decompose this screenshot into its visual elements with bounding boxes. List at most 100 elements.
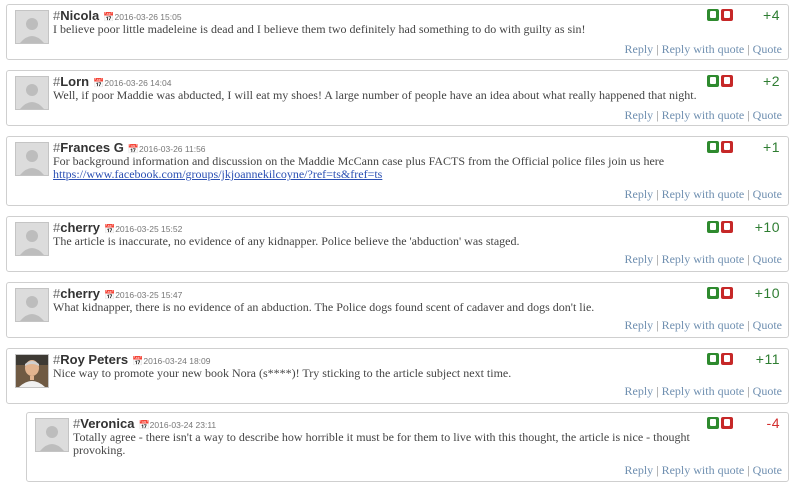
quote-link[interactable]: Quote xyxy=(753,384,782,398)
comment-author: cherry xyxy=(60,220,100,235)
action-separator: | xyxy=(747,187,750,201)
vote-icons xyxy=(705,75,733,93)
comment-text-body: For background information and discussio… xyxy=(53,154,665,168)
vote-down-icon[interactable] xyxy=(721,417,733,429)
comment-actions: Reply | Reply with quote | Quote xyxy=(625,108,782,123)
reply-comment-card: #Veronica 📅2016-03-24 23:11 Totally agree… xyxy=(26,412,789,482)
comment-author: Lorn xyxy=(60,74,90,89)
calendar-icon: 📅 xyxy=(132,356,144,366)
comment-date: 2016-03-26 14:04 xyxy=(104,78,172,88)
quote-link[interactable]: Quote xyxy=(753,42,782,56)
vote-down-icon[interactable] xyxy=(721,353,733,365)
reply-link[interactable]: Reply xyxy=(625,187,654,201)
vote-up-icon[interactable] xyxy=(707,221,719,233)
reply-link[interactable]: Reply xyxy=(625,318,654,332)
reply-with-quote-link[interactable]: Reply with quote xyxy=(662,384,745,398)
calendar-icon: 📅 xyxy=(103,290,116,300)
comment-text: What kidnapper, there is no evidence of … xyxy=(53,300,595,314)
action-separator: | xyxy=(656,463,659,477)
quote-link[interactable]: Quote xyxy=(753,108,782,122)
action-separator: | xyxy=(656,187,659,201)
action-separator: | xyxy=(656,252,659,266)
reply-link[interactable]: Reply xyxy=(625,463,654,477)
comment-card: #Lorn 📅2016-03-26 14:04 Well, if poor Mad… xyxy=(6,70,789,126)
vote-down-icon[interactable] xyxy=(721,9,733,21)
comment-score: -4 xyxy=(766,415,780,431)
comment-date: 2016-03-25 15:52 xyxy=(115,224,183,234)
vote-up-icon[interactable] xyxy=(707,141,719,153)
comment-score: +4 xyxy=(763,7,780,23)
action-separator: | xyxy=(747,384,750,398)
reply-with-quote-link[interactable]: Reply with quote xyxy=(662,463,745,477)
calendar-icon: 📅 xyxy=(138,420,150,430)
vote-icons xyxy=(705,221,733,239)
calendar-icon: 📅 xyxy=(103,224,116,234)
comment-text: Nice way to promote your new book Nora (… xyxy=(53,366,512,380)
action-separator: | xyxy=(747,42,750,56)
reply-link[interactable]: Reply xyxy=(625,108,654,122)
calendar-icon: 📅 xyxy=(103,12,115,22)
action-separator: | xyxy=(656,318,659,332)
comment-card: #cherry 📅2016-03-25 15:47 What kidnapper,… xyxy=(6,282,789,338)
vote-up-icon[interactable] xyxy=(707,75,719,87)
comment-date: 2016-03-24 23:11 xyxy=(149,420,217,430)
vote-down-icon[interactable] xyxy=(721,287,733,299)
comment-text: Well, if poor Maddie was abducted, I wil… xyxy=(53,88,697,102)
vote-up-icon[interactable] xyxy=(707,287,719,299)
comment-author: Nicola xyxy=(60,8,100,23)
comment-actions: Reply | Reply with quote | Quote xyxy=(625,463,782,478)
action-separator: | xyxy=(747,108,750,122)
avatar-placeholder-icon xyxy=(15,142,49,176)
reply-with-quote-link[interactable]: Reply with quote xyxy=(662,318,745,332)
avatar xyxy=(15,354,49,388)
vote-icons xyxy=(705,417,733,435)
reply-link[interactable]: Reply xyxy=(625,42,654,56)
comment-date: 2016-03-26 15:05 xyxy=(114,12,182,22)
reply-with-quote-link[interactable]: Reply with quote xyxy=(662,42,745,56)
comment-date: 2016-03-26 11:56 xyxy=(139,144,206,154)
comment-date: 2016-03-25 15:47 xyxy=(115,290,183,300)
action-separator: | xyxy=(656,108,659,122)
reply-with-quote-link[interactable]: Reply with quote xyxy=(662,187,745,201)
avatar-placeholder-icon xyxy=(35,418,69,452)
comment-score: +11 xyxy=(755,351,780,367)
comment-card: #Nicola 📅2016-03-26 15:05 I believe poor … xyxy=(6,4,789,60)
reply-link[interactable]: Reply xyxy=(625,252,654,266)
reply-with-quote-link[interactable]: Reply with quote xyxy=(662,108,745,122)
comment-author: Roy Peters xyxy=(60,352,129,367)
comment-score: +1 xyxy=(763,139,780,155)
comment-score: +2 xyxy=(763,73,780,89)
vote-down-icon[interactable] xyxy=(721,75,733,87)
vote-down-icon[interactable] xyxy=(721,141,733,153)
vote-up-icon[interactable] xyxy=(707,9,719,21)
avatar-placeholder-icon xyxy=(15,288,49,322)
comment-author: Frances G xyxy=(60,140,124,155)
action-separator: | xyxy=(747,318,750,332)
comment-author: Veronica xyxy=(80,416,135,431)
quote-link[interactable]: Quote xyxy=(753,318,782,332)
vote-icons xyxy=(705,353,733,371)
comment-actions: Reply | Reply with quote | Quote xyxy=(625,318,782,333)
avatar-placeholder-icon xyxy=(15,10,49,44)
vote-up-icon[interactable] xyxy=(707,353,719,365)
comment-card: #Frances G 📅2016-03-26 11:56 For backgrou… xyxy=(6,136,789,206)
action-separator: | xyxy=(747,463,750,477)
comment-actions: Reply | Reply with quote | Quote xyxy=(625,252,782,267)
action-separator: | xyxy=(656,42,659,56)
comment-score: +10 xyxy=(754,219,780,235)
reply-with-quote-link[interactable]: Reply with quote xyxy=(662,252,745,266)
comment-text: The article is inaccurate, no evidence o… xyxy=(53,234,520,248)
comment-actions: Reply | Reply with quote | Quote xyxy=(625,187,782,202)
comment-date: 2016-03-24 18:09 xyxy=(143,356,211,366)
comment-actions: Reply | Reply with quote | Quote xyxy=(625,42,782,57)
comment-text: I believe poor little madeleine is dead … xyxy=(53,22,586,36)
vote-down-icon[interactable] xyxy=(721,221,733,233)
facebook-group-link[interactable]: https://www.facebook.com/groups/jkjoanne… xyxy=(53,167,382,181)
reply-link[interactable]: Reply xyxy=(625,384,654,398)
quote-link[interactable]: Quote xyxy=(753,252,782,266)
quote-link[interactable]: Quote xyxy=(753,463,782,477)
vote-up-icon[interactable] xyxy=(707,417,719,429)
quote-link[interactable]: Quote xyxy=(753,187,782,201)
comment-author: cherry xyxy=(60,286,100,301)
comment-actions: Reply | Reply with quote | Quote xyxy=(625,384,782,399)
